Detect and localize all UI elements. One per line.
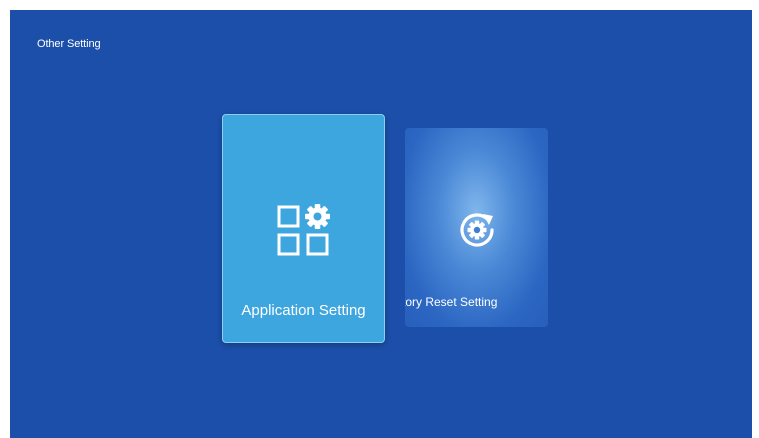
factory-reset-icon [459, 213, 494, 247]
application-setting-tile[interactable]: Application Setting [222, 114, 385, 343]
application-setting-label: Application Setting [241, 302, 366, 319]
page-title: Other Setting [37, 38, 101, 50]
factory-reset-setting-tile[interactable]: tory Reset Setting [405, 128, 548, 327]
settings-screen: Other Setting Application Setting tory R… [10, 10, 752, 438]
factory-reset-setting-label: tory Reset Setting [405, 295, 498, 309]
app-settings-icon [277, 204, 330, 256]
